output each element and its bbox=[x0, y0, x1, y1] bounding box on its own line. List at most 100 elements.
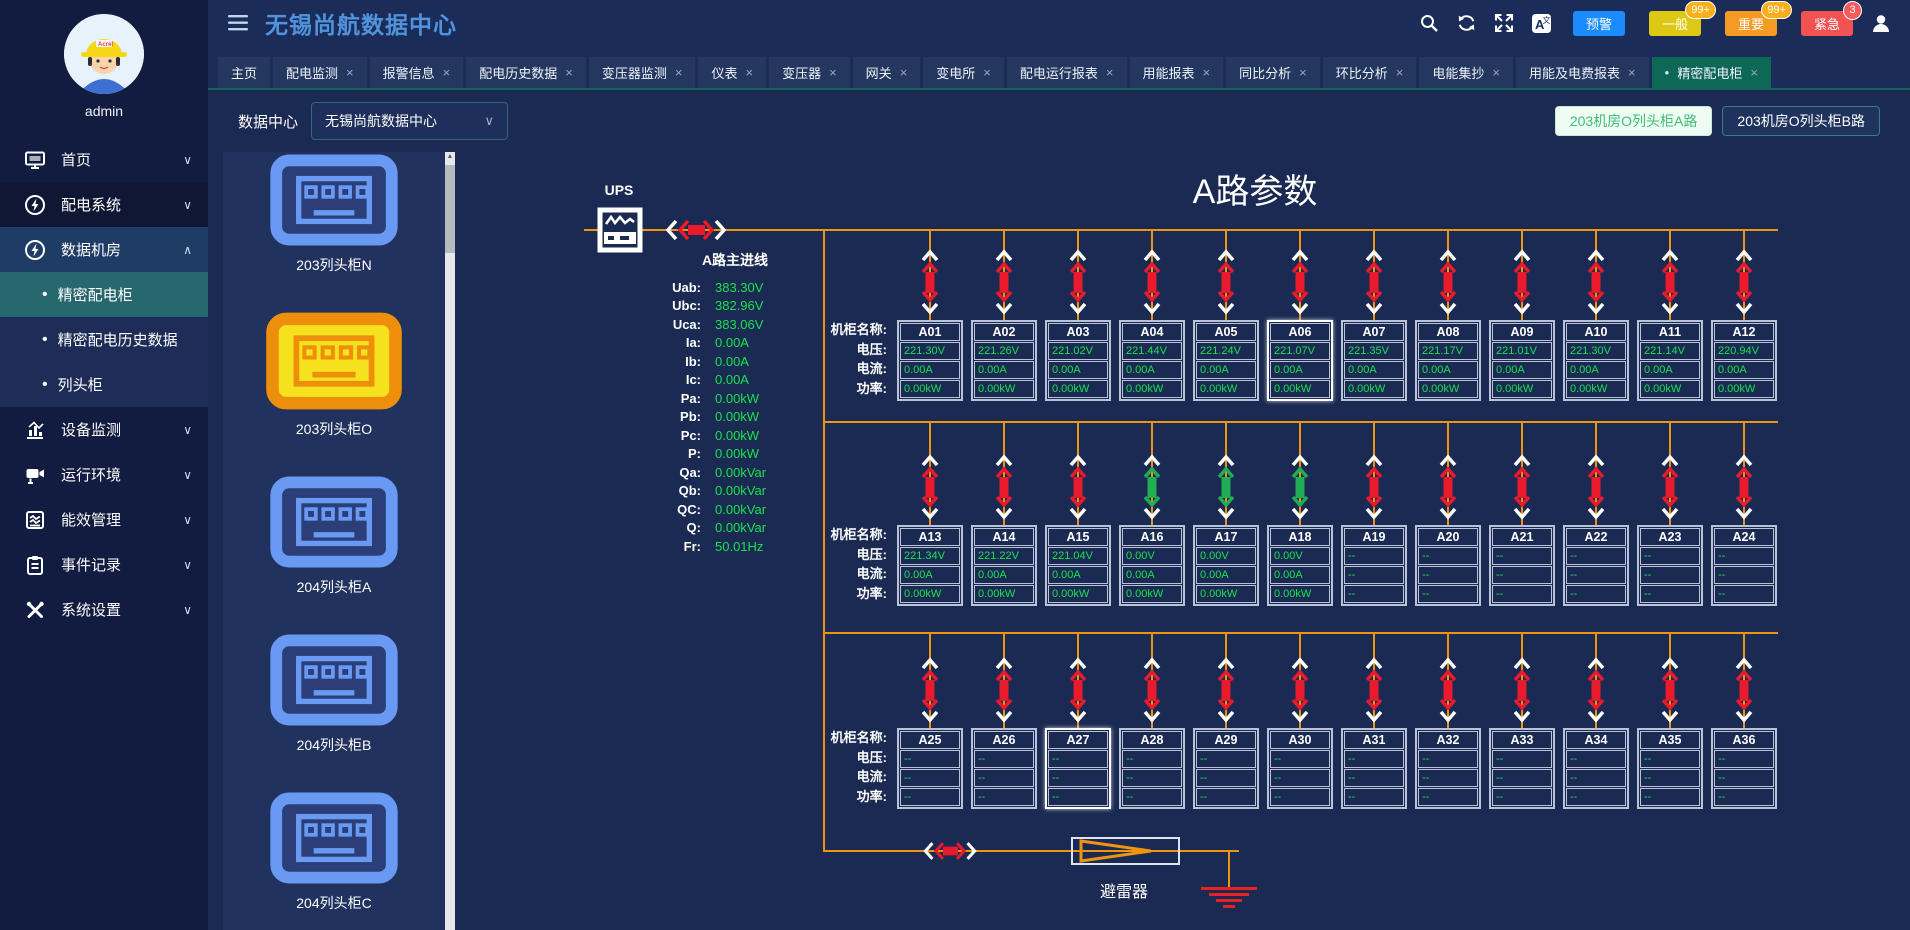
cabinet-box[interactable]: A32------ bbox=[1415, 728, 1481, 809]
tab-close-icon[interactable]: × bbox=[1106, 65, 1114, 80]
sidebar-subitem-precision-cabinet[interactable]: •精密配电柜 bbox=[0, 272, 208, 317]
tab-close-icon[interactable]: × bbox=[1750, 65, 1758, 80]
breaker-open-icon[interactable] bbox=[992, 655, 1016, 730]
cabinet-box[interactable]: A29------ bbox=[1193, 728, 1259, 809]
tab-energy-report[interactable]: 用能报表× bbox=[1130, 57, 1224, 88]
route-a-button[interactable]: 203机房O列头柜A路 bbox=[1555, 106, 1713, 136]
cabinet-box[interactable]: A28------ bbox=[1119, 728, 1185, 809]
breaker-open-icon[interactable] bbox=[1362, 452, 1386, 527]
tab-energy-fee-report[interactable]: 用能及电费报表× bbox=[1516, 57, 1649, 88]
breaker-open-icon[interactable] bbox=[918, 247, 942, 322]
arrester-icon[interactable] bbox=[1071, 837, 1180, 865]
cabinet-item-204-c[interactable]: 204列头柜C bbox=[223, 792, 445, 913]
breaker-open-icon[interactable] bbox=[1658, 247, 1682, 322]
scrollbar-thumb[interactable] bbox=[445, 165, 455, 253]
scrollbar-up-icon[interactable]: ▲ bbox=[445, 153, 455, 160]
breaker-open-icon[interactable] bbox=[1140, 655, 1164, 730]
breaker-open-icon[interactable] bbox=[918, 655, 942, 730]
alert-button-forewarn[interactable]: 预警 bbox=[1573, 11, 1625, 36]
cabinet-box[interactable]: A13221.34V0.00A0.00kW bbox=[897, 525, 963, 606]
fullscreen-icon[interactable] bbox=[1494, 13, 1514, 33]
tab-close-icon[interactable]: × bbox=[565, 65, 573, 80]
cabinet-box[interactable]: A22------ bbox=[1563, 525, 1629, 606]
breaker-closed-icon[interactable] bbox=[1214, 452, 1238, 527]
sidebar-item-energy-mgmt[interactable]: 能效管理∨ bbox=[0, 497, 208, 542]
breaker-open-icon[interactable] bbox=[1066, 452, 1090, 527]
tab-precision-cabinet[interactable]: ●精密配电柜× bbox=[1652, 57, 1771, 88]
cabinet-box[interactable]: A02221.26V0.00A0.00kW bbox=[971, 320, 1037, 401]
breaker-open-icon[interactable] bbox=[918, 452, 942, 527]
tab-close-icon[interactable]: × bbox=[346, 65, 354, 80]
tab-close-icon[interactable]: × bbox=[1396, 65, 1404, 80]
sidebar-item-environment[interactable]: 运行环境∨ bbox=[0, 452, 208, 497]
breaker-closed-icon[interactable] bbox=[1288, 452, 1312, 527]
breaker-open-icon[interactable] bbox=[1362, 247, 1386, 322]
breaker-open-icon[interactable] bbox=[1732, 247, 1756, 322]
cabinet-box[interactable]: A07221.35V0.00A0.00kW bbox=[1341, 320, 1407, 401]
search-icon[interactable] bbox=[1419, 13, 1439, 33]
sidebar-subitem-precision-history[interactable]: •精密配电历史数据 bbox=[0, 317, 208, 362]
breaker-open-icon[interactable] bbox=[1066, 247, 1090, 322]
tab-close-icon[interactable]: × bbox=[745, 65, 753, 80]
cabinet-box[interactable]: A26------ bbox=[971, 728, 1037, 809]
breaker-open-icon[interactable] bbox=[1436, 247, 1460, 322]
sidebar-subitem-row-cabinet[interactable]: •列头柜 bbox=[0, 362, 208, 407]
tab-mom-analysis[interactable]: 环比分析× bbox=[1323, 57, 1417, 88]
cabinet-box[interactable]: A01221.30V0.00A0.00kW bbox=[897, 320, 963, 401]
tab-substation[interactable]: 变电所× bbox=[923, 57, 1004, 88]
cabinet-box[interactable]: A34------ bbox=[1563, 728, 1629, 809]
breaker-open-icon[interactable] bbox=[1584, 247, 1608, 322]
cabinet-box[interactable]: A30------ bbox=[1267, 728, 1333, 809]
cabinet-box[interactable]: A25------ bbox=[897, 728, 963, 809]
sidebar-item-home[interactable]: 首页∨ bbox=[0, 137, 208, 182]
tab-gateway[interactable]: 网关× bbox=[853, 57, 921, 88]
avatar[interactable]: Acrel bbox=[64, 14, 144, 94]
cabinet-item-203-n[interactable]: 203列头柜N bbox=[223, 154, 445, 275]
cabinet-item-203-o[interactable]: 203列头柜O bbox=[223, 312, 445, 439]
breaker-open-icon[interactable] bbox=[1658, 452, 1682, 527]
cabinet-box[interactable]: A14221.22V0.00A0.00kW bbox=[971, 525, 1037, 606]
tab-meter-reading[interactable]: 电能集抄× bbox=[1419, 57, 1513, 88]
cabinet-box[interactable]: A170.00V0.00A0.00kW bbox=[1193, 525, 1259, 606]
breaker-open-icon[interactable] bbox=[1436, 655, 1460, 730]
cabinet-box[interactable]: A11221.14V0.00A0.00kW bbox=[1637, 320, 1703, 401]
cabinet-box[interactable]: A36------ bbox=[1711, 728, 1777, 809]
tab-close-icon[interactable]: × bbox=[443, 65, 451, 80]
tab-alarm-info[interactable]: 报警信息× bbox=[370, 57, 464, 88]
breaker-open-icon[interactable] bbox=[1510, 452, 1534, 527]
tab-close-icon[interactable]: × bbox=[829, 65, 837, 80]
cabinet-box[interactable]: A21------ bbox=[1489, 525, 1555, 606]
breaker-closed-icon[interactable] bbox=[1140, 452, 1164, 527]
breaker-open-icon[interactable] bbox=[1214, 247, 1238, 322]
tab-power-history[interactable]: 配电历史数据× bbox=[466, 57, 586, 88]
breaker-open-icon[interactable] bbox=[992, 247, 1016, 322]
cabinet-item-204-a[interactable]: 204列头柜A bbox=[223, 476, 445, 597]
tab-power-monitor[interactable]: 配电监测× bbox=[273, 57, 367, 88]
refresh-icon[interactable] bbox=[1456, 13, 1477, 33]
tab-power-run-report[interactable]: 配电运行报表× bbox=[1007, 57, 1127, 88]
tab-meter[interactable]: 仪表× bbox=[698, 57, 766, 88]
cabinet-box[interactable]: A06221.07V0.00A0.00kW bbox=[1267, 320, 1333, 401]
breaker-open-icon[interactable] bbox=[1658, 655, 1682, 730]
menu-collapse-icon[interactable] bbox=[228, 14, 250, 32]
sidebar-item-event-log[interactable]: 事件记录∨ bbox=[0, 542, 208, 587]
breaker-open-icon[interactable] bbox=[1140, 247, 1164, 322]
cabinet-box[interactable]: A05221.24V0.00A0.00kW bbox=[1193, 320, 1259, 401]
cabinet-box[interactable]: A08221.17V0.00A0.00kW bbox=[1415, 320, 1481, 401]
cabinet-list-scrollbar[interactable]: ▲ bbox=[445, 152, 455, 930]
sidebar-item-power-system[interactable]: 配电系统∨ bbox=[0, 182, 208, 227]
cabinet-box[interactable]: A180.00V0.00A0.00kW bbox=[1267, 525, 1333, 606]
cabinet-box[interactable]: A04221.44V0.00A0.00kW bbox=[1119, 320, 1185, 401]
tab-close-icon[interactable]: × bbox=[675, 65, 683, 80]
sidebar-item-system-settings[interactable]: 系统设置∨ bbox=[0, 587, 208, 632]
bottom-breaker-icon[interactable] bbox=[921, 837, 979, 870]
tab-close-icon[interactable]: × bbox=[1203, 65, 1211, 80]
cabinet-box[interactable]: A10221.30V0.00A0.00kW bbox=[1563, 320, 1629, 401]
breaker-open-icon[interactable] bbox=[1510, 247, 1534, 322]
cabinet-box[interactable]: A03221.02V0.00A0.00kW bbox=[1045, 320, 1111, 401]
ups-icon[interactable] bbox=[597, 207, 643, 258]
datacenter-select[interactable]: 无锡尚航数据中心 ∨ bbox=[311, 102, 508, 140]
breaker-open-icon[interactable] bbox=[1732, 655, 1756, 730]
cabinet-box[interactable]: A31------ bbox=[1341, 728, 1407, 809]
cabinet-box[interactable]: A15221.04V0.00A0.00kW bbox=[1045, 525, 1111, 606]
